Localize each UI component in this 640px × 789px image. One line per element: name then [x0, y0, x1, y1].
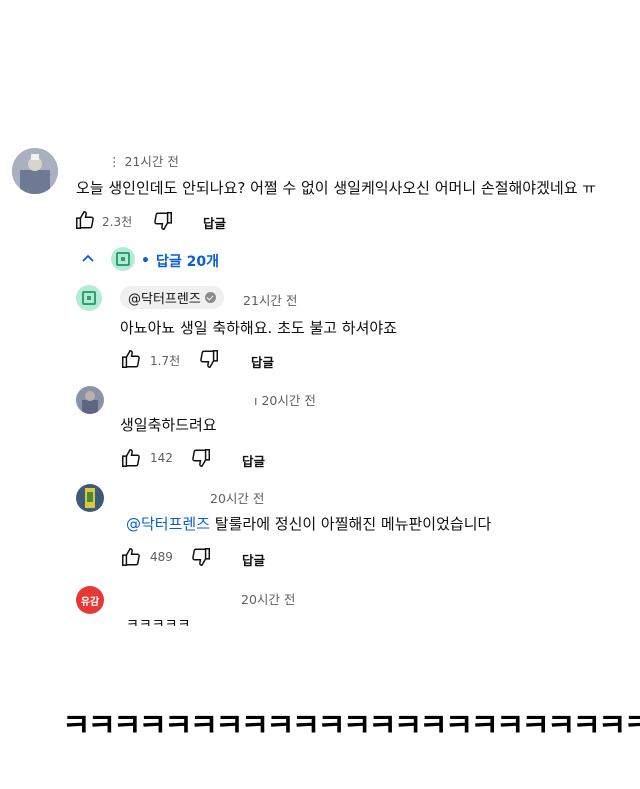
reply-handle-redacted: ı: [254, 393, 258, 408]
dislike-icon[interactable]: [198, 348, 220, 370]
like-count: 1.7천: [150, 354, 181, 368]
replies-bullet: •: [141, 253, 150, 269]
replies-toggle[interactable]: • 답글 20개: [141, 251, 219, 271]
caption-text: ㅋㅋㅋㅋㅋㅋㅋㅋㅋㅋㅋㅋㅋㅋㅋㅋㅋㅋㅋㅋㅋㅋㅋ: [62, 708, 640, 744]
like-count: 489: [150, 550, 173, 564]
dislike-icon[interactable]: [190, 546, 212, 568]
reply-button[interactable]: 답글: [242, 550, 265, 569]
comment-handle-redacted: ⋮: [108, 154, 121, 169]
collapse-replies[interactable]: [80, 250, 96, 270]
creator-handle: @닥터프렌즈: [128, 292, 201, 307]
user-avatar[interactable]: [76, 484, 104, 512]
mention-link[interactable]: @닥터프렌즈: [126, 515, 210, 533]
comment-meta: ⋮ 21시간 전: [108, 151, 179, 170]
like-icon[interactable]: [120, 447, 142, 469]
replies-count-label: 답글 20개: [155, 254, 219, 270]
reply-text: @닥터프렌즈 탈룰라에 정신이 아찔해진 메뉴판이었습니다: [126, 513, 491, 534]
like-count: 2.3천: [102, 215, 133, 229]
reply-button[interactable]: 답글: [242, 451, 265, 470]
reply-button[interactable]: 답글: [251, 352, 274, 371]
dislike-icon[interactable]: [152, 210, 174, 232]
reply-body: 탈룰라에 정신이 아찔해진 메뉴판이었습니다: [214, 515, 492, 533]
comment-text: 오늘 생인인데도 안되나요? 어쩔 수 없이 생일케익사오신 어머니 손절해야겠…: [76, 179, 597, 197]
like-icon[interactable]: [120, 546, 142, 568]
reply-time: 20시간 전: [261, 393, 316, 408]
creator-avatar-small: [111, 247, 135, 271]
reply-time: 21시간 전: [243, 293, 298, 308]
creator-avatar[interactable]: [76, 285, 102, 311]
chevron-up-icon: [82, 254, 94, 262]
dislike-icon[interactable]: [190, 447, 212, 469]
reply-text: 아뇨아뇨 생일 축하해요. 초도 불고 하셔야죠: [120, 319, 398, 337]
user-avatar[interactable]: [76, 386, 104, 414]
reply-time: 20시간 전: [241, 592, 296, 607]
reply-meta: ı 20시간 전: [254, 390, 316, 409]
creator-handle-chip[interactable]: @닥터프렌즈: [120, 286, 224, 309]
reply-text: 생일축하드려요: [120, 416, 217, 434]
comment-time: 21시간 전: [124, 154, 179, 169]
commenter-avatar[interactable]: [12, 148, 58, 194]
reply-button[interactable]: 답글: [203, 213, 226, 232]
like-count: 142: [150, 451, 173, 465]
like-icon[interactable]: [74, 209, 96, 231]
verified-icon: [204, 292, 216, 303]
reply-text: ㅋㅋㅋㅋㅋ: [126, 617, 191, 626]
like-icon[interactable]: [120, 348, 142, 370]
user-avatar[interactable]: 유감: [76, 586, 104, 614]
reply-time: 20시간 전: [210, 491, 265, 506]
avatar-initials: 유감: [80, 596, 100, 608]
